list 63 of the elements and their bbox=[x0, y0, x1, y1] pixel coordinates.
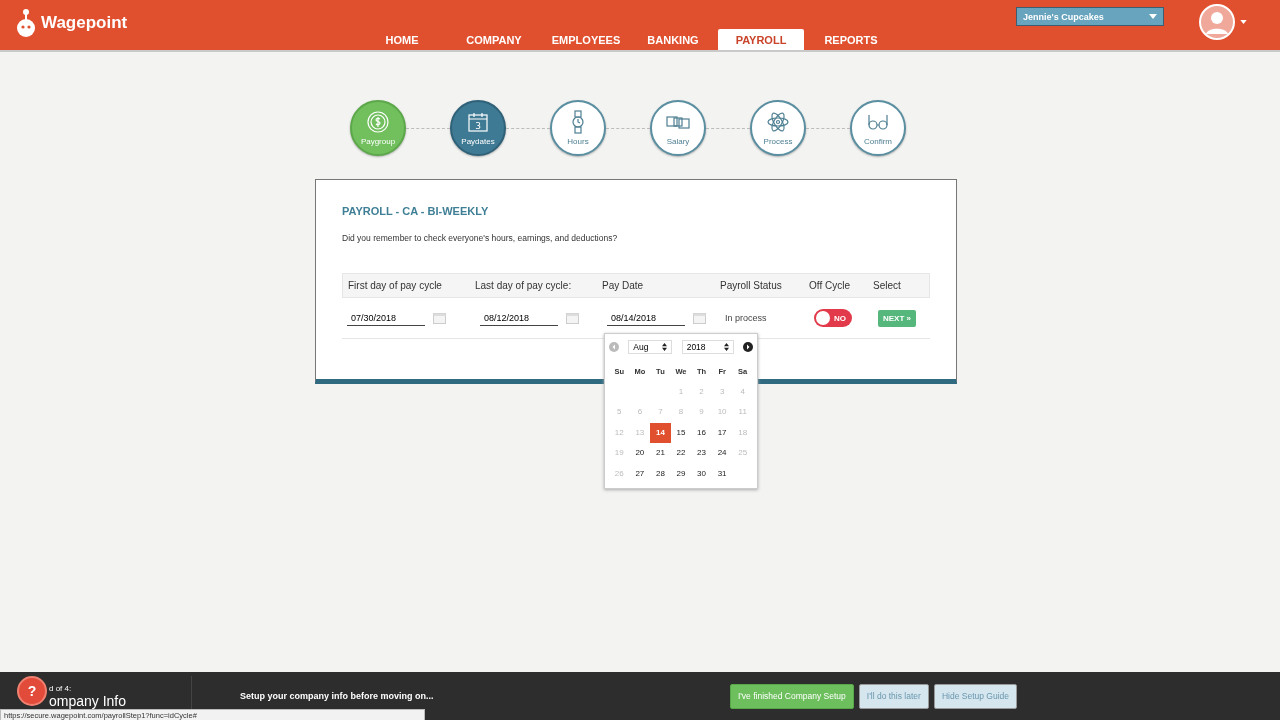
calendar-day[interactable]: 23 bbox=[691, 443, 712, 464]
column-header: Pay Date bbox=[602, 280, 645, 291]
off-cycle-toggle[interactable]: NO bbox=[814, 309, 852, 327]
calendar-icon[interactable] bbox=[693, 312, 706, 324]
nav-tab[interactable]: HOME bbox=[358, 29, 446, 50]
calendar-day[interactable]: 30 bbox=[691, 463, 712, 484]
setup-button[interactable]: Hide Setup Guide bbox=[933, 683, 1017, 709]
step-button[interactable]: Confirm bbox=[850, 100, 906, 156]
nav-tab[interactable]: PAYROLL bbox=[718, 29, 804, 50]
updown-icon bbox=[723, 342, 729, 351]
nav-tab[interactable]: COMPANY bbox=[446, 29, 542, 50]
card-subtitle: Did you remember to check everyone's hours, earnings, and deductions? bbox=[342, 233, 619, 243]
updown-icon bbox=[662, 342, 668, 351]
calendar-day[interactable]: 17 bbox=[711, 422, 733, 443]
nav-tab[interactable]: REPORTS bbox=[804, 29, 898, 50]
column-header: Last day of pay cycle: bbox=[475, 280, 573, 291]
nav-tab[interactable]: BANKING bbox=[640, 29, 706, 50]
calendar-day[interactable]: 22 bbox=[670, 443, 692, 464]
card-title: PAYROLL - CA - BI-WEEKLY bbox=[342, 205, 490, 217]
caret-icon bbox=[1149, 14, 1157, 19]
atom-icon bbox=[766, 110, 790, 134]
year-select[interactable]: 2018 bbox=[681, 339, 734, 354]
calendar-day[interactable]: 14 bbox=[650, 422, 671, 443]
step-button[interactable]: Paygroup bbox=[350, 100, 406, 156]
previous-icon[interactable] bbox=[609, 341, 619, 352]
setup-step: d of 4: bbox=[49, 683, 191, 693]
setup-title: ompany Info bbox=[49, 692, 128, 709]
date-field[interactable]: 08/12/2018 bbox=[480, 310, 558, 326]
calendar-day[interactable]: 29 bbox=[670, 463, 692, 484]
setup-button[interactable]: I'll do this later bbox=[858, 683, 929, 709]
calendar-day[interactable]: 24 bbox=[711, 443, 733, 464]
calendar-day[interactable]: 27 bbox=[629, 463, 651, 484]
date-field[interactable]: 07/30/2018 bbox=[347, 310, 425, 326]
calendar-icon[interactable] bbox=[433, 312, 446, 324]
column-header: Off Cycle bbox=[809, 280, 851, 291]
next-icon[interactable] bbox=[743, 341, 753, 352]
step-button[interactable]: Salary bbox=[650, 100, 706, 156]
column-header: Payroll Status bbox=[720, 280, 783, 291]
step-button[interactable]: Process bbox=[750, 100, 806, 156]
step-button[interactable]: Hours bbox=[550, 100, 606, 156]
calendar-day[interactable]: 21 bbox=[650, 443, 671, 464]
month-select[interactable]: Aug bbox=[628, 339, 673, 354]
company-select[interactable]: Jennie's Cupcakes bbox=[1016, 7, 1164, 26]
caret-icon[interactable] bbox=[1240, 20, 1247, 24]
calendar-icon[interactable] bbox=[566, 312, 579, 324]
nav-tab[interactable]: EMPLOYEES bbox=[542, 29, 630, 50]
column-header: Select bbox=[873, 280, 902, 291]
calendar-day[interactable]: 16 bbox=[691, 422, 712, 443]
column-header: First day of pay cycle bbox=[348, 280, 443, 291]
calendar-day[interactable]: 31 bbox=[711, 463, 733, 484]
next-button[interactable]: NEXT » bbox=[878, 309, 916, 327]
calendar-day[interactable]: 28 bbox=[650, 463, 671, 484]
help-button[interactable]: ? bbox=[17, 676, 47, 706]
date-field[interactable]: 08/14/2018 bbox=[607, 310, 685, 326]
avatar-icon[interactable] bbox=[1199, 4, 1235, 40]
step-button[interactable]: 3 Paydates bbox=[450, 100, 506, 156]
setup-button[interactable]: I've finished Company Setup bbox=[729, 683, 854, 709]
brand-name: Wagepoint bbox=[41, 13, 128, 33]
status-text: In process bbox=[725, 313, 767, 323]
coin-icon bbox=[366, 110, 390, 134]
calendar-day[interactable]: 20 bbox=[629, 443, 651, 464]
setup-message: Setup your company info before moving on... bbox=[240, 691, 434, 701]
calendar-day[interactable]: 15 bbox=[670, 422, 692, 443]
